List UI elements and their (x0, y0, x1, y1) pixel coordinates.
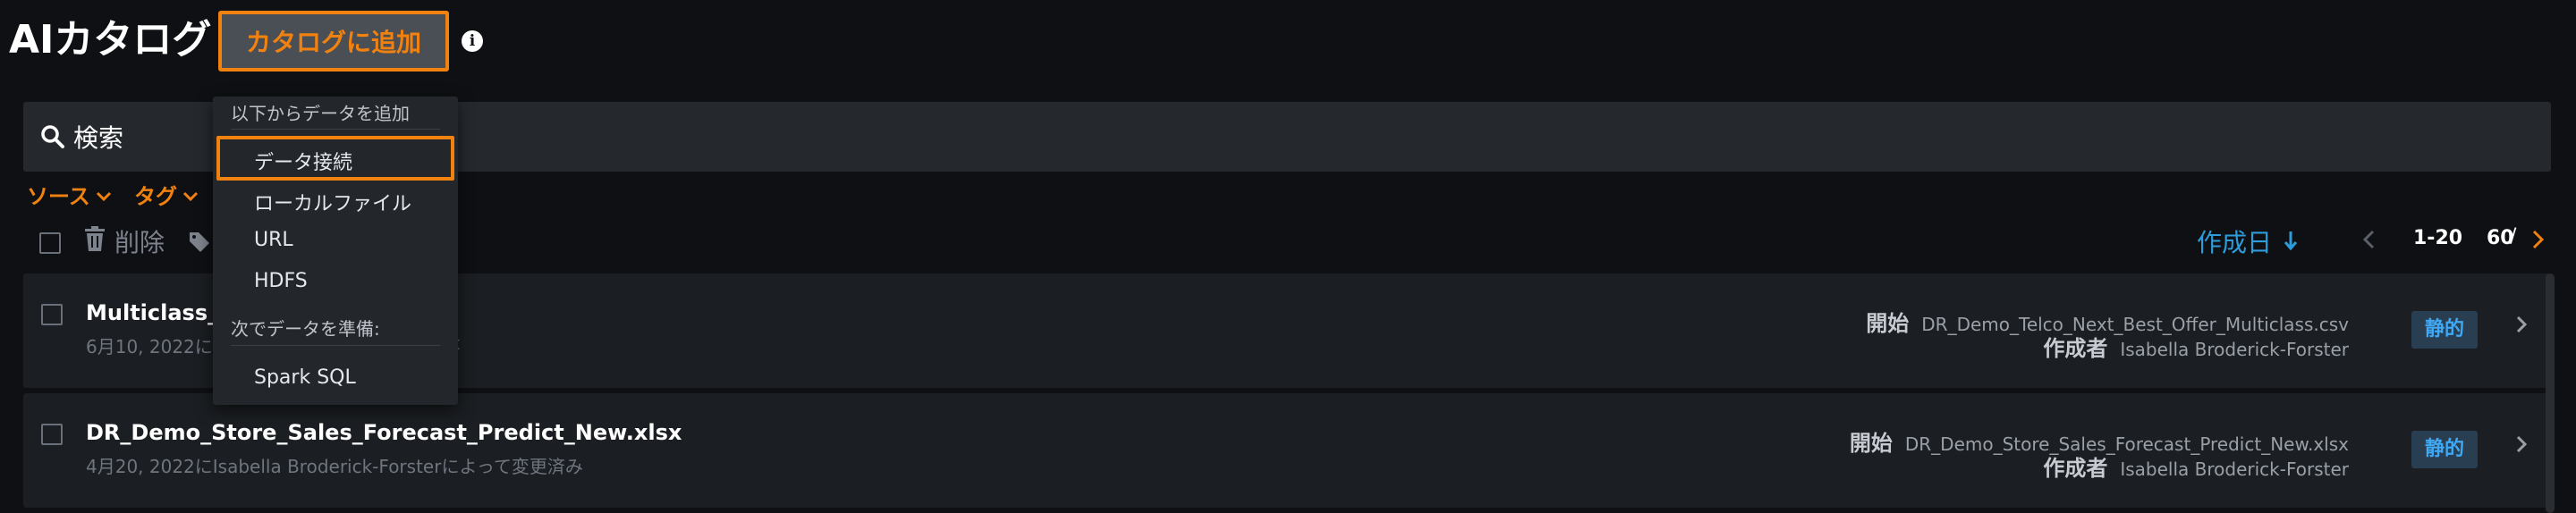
source-filter-label: ソース (27, 184, 90, 209)
delete-label: 削除 (114, 228, 165, 257)
sort-label: 作成日 (2197, 228, 2273, 257)
menu-section-add-from: 以下からデータを追加 (231, 103, 410, 124)
page-total: 60 (2487, 227, 2514, 249)
page-title: AIカタログ (9, 17, 212, 63)
author-key: 作成者 (2043, 336, 2108, 361)
menu-item-data-connection[interactable]: データ接続 (254, 147, 352, 175)
item-modified-info: 6月10, 2022に (86, 336, 213, 357)
item-modified-info: 4月20, 2022にIsabella Broderick-Forsterによっ… (86, 456, 583, 477)
sort-by-created-date[interactable]: 作成日 (2197, 223, 2298, 259)
source-key: 開始 (1866, 311, 1910, 336)
chevron-right-icon (2531, 230, 2546, 254)
add-to-catalog-label: カタログに追加 (245, 28, 421, 57)
menu-divider (231, 129, 440, 130)
scrollbar[interactable] (2546, 273, 2555, 513)
tag-icon[interactable] (188, 231, 215, 256)
item-author: 作成者 Isabella Broderick-Forster (2043, 450, 2349, 482)
next-page-button[interactable] (2531, 229, 2546, 254)
select-all-checkbox[interactable] (39, 232, 61, 254)
author-value: Isabella Broderick-Forster (2120, 339, 2349, 360)
search-icon (39, 123, 66, 150)
status-badge: 静的 (2411, 311, 2478, 349)
tag-filter[interactable]: タグ (134, 179, 199, 210)
menu-item-url[interactable]: URL (254, 229, 293, 251)
delete-button[interactable]: 削除 (84, 223, 165, 259)
chevron-down-icon (182, 182, 199, 207)
row-checkbox[interactable] (41, 424, 63, 445)
menu-section-prepare: 次でデータを準備: (231, 318, 380, 340)
chevron-left-icon (2361, 230, 2376, 254)
chevron-right-icon[interactable] (2515, 315, 2528, 338)
source-filter[interactable]: ソース (27, 179, 112, 210)
item-name[interactable]: DR_Demo_Store_Sales_Forecast_Predict_New… (86, 420, 682, 445)
menu-divider (231, 345, 440, 346)
add-to-catalog-menu: 以下からデータを追加 データ接続 ローカルファイル URL HDFS 次でデータ… (213, 97, 458, 405)
status-badge: 静的 (2411, 431, 2478, 468)
chevron-right-icon[interactable] (2515, 434, 2528, 458)
menu-item-local-file[interactable]: ローカルファイル (254, 188, 411, 216)
page-range: 1-20 (2413, 227, 2463, 249)
previous-page-button[interactable] (2361, 229, 2376, 254)
arrow-down-icon (2284, 227, 2298, 256)
chevron-down-icon (96, 182, 112, 207)
author-key: 作成者 (2043, 456, 2108, 481)
trash-icon (84, 225, 106, 257)
menu-item-hdfs[interactable]: HDFS (254, 270, 308, 292)
item-author: 作成者 Isabella Broderick-Forster (2043, 331, 2349, 362)
list-item[interactable]: DR_Demo_Store_Sales_Forecast_Predict_New… (23, 393, 2551, 508)
source-key: 開始 (1849, 431, 1893, 456)
tag-filter-label: タグ (134, 184, 177, 209)
menu-item-spark-sql[interactable]: Spark SQL (254, 366, 356, 389)
row-checkbox[interactable] (41, 304, 63, 325)
search-placeholder: 検索 (73, 123, 124, 153)
add-to-catalog-button[interactable]: カタログに追加 (218, 11, 449, 71)
author-value: Isabella Broderick-Forster (2120, 458, 2349, 480)
info-icon[interactable]: i (462, 30, 483, 52)
